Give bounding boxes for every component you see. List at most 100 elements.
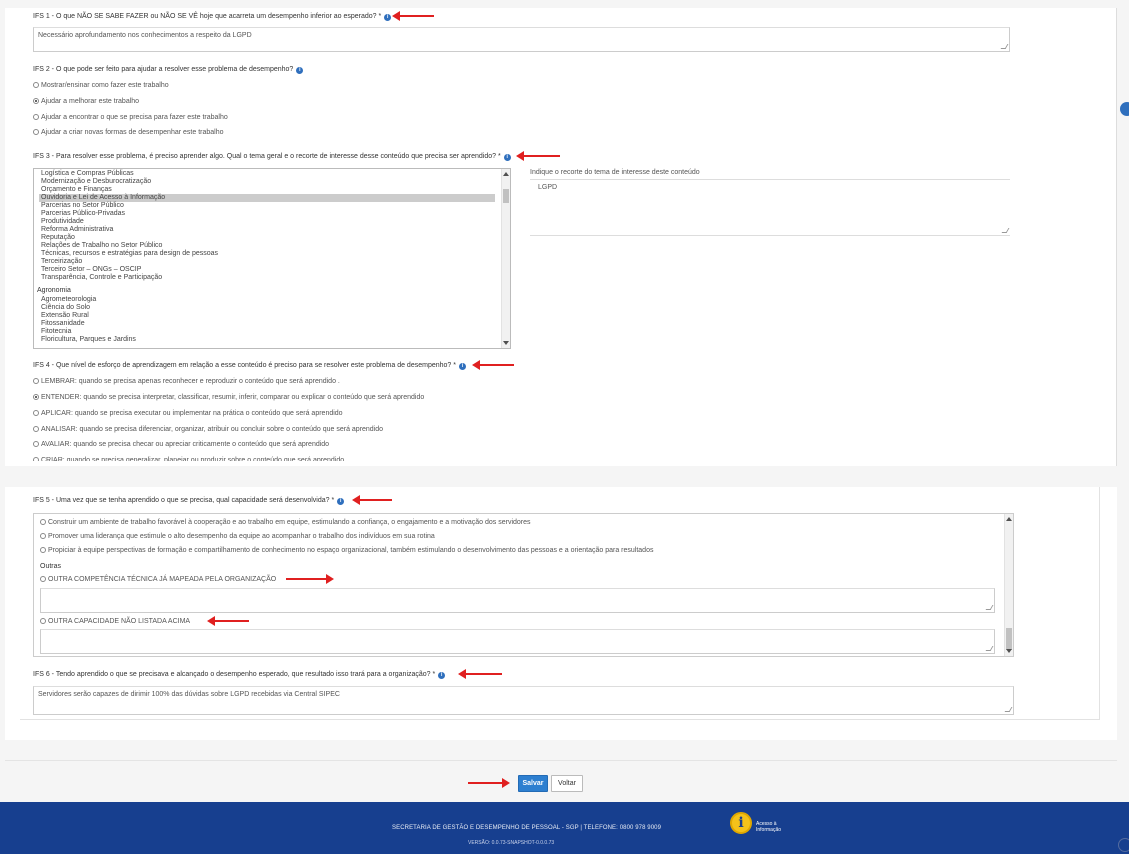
list-item[interactable]: Orçamento e Finanças [41,186,112,194]
ifs2-option-1[interactable]: Mostrar/ensinar como fazer este trabalho [33,81,169,90]
ifs2-option-3[interactable]: Ajudar a encontrar o que se precisa para… [33,113,228,122]
ifs5-option-3[interactable]: Propiciar à equipe perspectivas de forma… [40,546,653,555]
info-icon[interactable]: i [337,498,345,505]
corner-circle-icon[interactable] [1118,838,1129,852]
ifs4-option-avaliar[interactable]: AVALIAR: quando se precisa checar ou apr… [33,440,329,449]
radio-button[interactable] [33,129,39,135]
ifs5-other-capacity[interactable]: OUTRA CAPACIDADE NÃO LISTADA ACIMA [40,617,190,626]
ifs2-option-2[interactable]: Ajudar a melhorar este trabalho [33,97,139,106]
ifs5-scrollbar[interactable] [1004,514,1013,656]
radio-button[interactable] [40,533,46,539]
radio-button[interactable] [33,426,39,432]
radio-button[interactable] [33,114,39,120]
resize-handle-icon[interactable] [1000,44,1009,49]
info-icon[interactable]: i [384,14,392,21]
back-button[interactable]: Voltar [551,775,583,792]
info-icon[interactable]: i [296,67,304,74]
red-arrow-annotation [392,11,434,21]
list-item[interactable]: Transparência, Controle e Participação [41,274,162,282]
list-item[interactable]: Terceiro Setor – ONGs – OSCIP [41,266,141,274]
info-icon[interactable]: i [503,154,511,161]
red-arrow-annotation [286,574,334,584]
red-arrow-annotation [516,151,560,161]
red-arrow-annotation [458,669,502,679]
list-item[interactable]: Parcerias no Setor Público [41,202,124,210]
save-button[interactable]: Salvar [518,775,548,792]
radio-button-checked[interactable] [33,394,39,400]
ifs6-textarea[interactable]: Servidores serão capazes de dirimir 100%… [33,686,1014,715]
radio-button[interactable] [40,519,46,525]
list-item[interactable]: Ciência do Solo [41,304,90,312]
list-item[interactable]: Reputação [41,234,75,242]
ifs5-others-label: Outras [40,563,62,570]
scroll-up-icon[interactable] [1006,517,1012,521]
list-item[interactable]: Floricultura, Parques e Jardins [41,336,136,344]
resize-handle-icon[interactable] [1004,707,1013,712]
scrollbar-thumb[interactable] [1006,628,1012,650]
list-item[interactable]: Parcerias Público-Privadas [41,210,125,218]
ifs4-option-aplicar[interactable]: APLICAR: quando se precisa executar ou i… [33,409,343,418]
radio-button[interactable] [33,82,39,88]
resize-handle-icon[interactable] [985,605,994,610]
ifs3-question: IFS 3 - Para resolver esse problema, é p… [33,152,511,161]
ifs5-options-box[interactable]: Construir um ambiente de trabalho favorá… [33,513,1014,657]
info-icon[interactable]: i [458,363,466,370]
list-item[interactable]: Logística e Compras Públicas [41,170,134,178]
ifs1-question: IFS 1 - O que NÃO SE SABE FAZER ou NÃO S… [33,12,392,21]
list-item-selected[interactable]: Ouvidoria e Lei de Acesso à Informação [39,194,495,202]
radio-button[interactable] [40,618,46,624]
ifs5-option-2[interactable]: Promover uma liderança que estimule o al… [40,532,435,541]
ifs3-recorte-label: Indique o recorte do tema de interesse d… [530,169,700,176]
acesso-informacao-icon[interactable]: i [730,812,752,834]
listbox-scrollbar[interactable] [501,169,510,348]
red-arrow-annotation [207,616,249,626]
ifs5-question: IFS 5 - Uma vez que se tenha aprendido o… [33,496,345,505]
ifs1-textarea[interactable]: Necessário aprofundamento nos conhecimen… [33,27,1010,52]
list-item[interactable]: Modernização e Desburocratização [41,178,151,186]
ifs3-recorte-textarea[interactable]: LGPD [530,179,1010,236]
list-item[interactable]: Terceirização [41,258,82,266]
ifs5-other-capacity-textarea[interactable] [40,629,995,654]
radio-button[interactable] [33,378,39,384]
info-icon[interactable]: i [438,672,446,679]
list-item[interactable]: Relações de Trabalho no Setor Público [41,242,162,250]
ifs2-option-4[interactable]: Ajudar a criar novas formas de desempenh… [33,128,224,137]
list-group-label: Agronomia [37,287,71,294]
red-arrow-annotation [352,495,392,505]
ifs4-option-entender[interactable]: ENTENDER: quando se precisa interpretar,… [33,393,424,402]
list-item[interactable]: Fitossanidade [41,320,85,328]
ifs2-question: IFS 2 - O que pode ser feito para ajudar… [33,65,304,74]
ifs4-option-analisar[interactable]: ANALISAR: quando se precisa diferenciar,… [33,425,383,434]
list-item[interactable]: Agrometeorologia [41,296,96,304]
ifs5-other-competence-textarea[interactable] [40,588,995,613]
list-item[interactable]: Reforma Administrativa [41,226,113,234]
ifs5-option-1[interactable]: Construir um ambiente de trabalho favorá… [40,518,531,527]
list-item[interactable]: Técnicas, recursos e estratégias para de… [41,250,218,258]
radio-button[interactable] [33,441,39,447]
list-item[interactable]: Produtividade [41,218,84,226]
footer: SECRETARIA DE GESTÃO E DESEMPENHO DE PES… [0,802,1129,854]
resize-handle-icon[interactable] [985,646,994,651]
radio-button[interactable] [40,547,46,553]
scroll-down-icon[interactable] [1006,649,1012,653]
ifs6-question: IFS 6 - Tendo aprendido o que se precisa… [33,670,446,679]
scrollbar-thumb[interactable] [503,189,509,203]
divider [5,760,1117,761]
ifs3-topic-listbox[interactable]: Logística e Compras Públicas Modernizaçã… [33,168,511,349]
ifs4-question: IFS 4 - Que nível de esforço de aprendiz… [33,361,466,370]
radio-button-checked[interactable] [33,98,39,104]
red-arrow-annotation [472,360,514,370]
ifs5-other-competence[interactable]: OUTRA COMPETÊNCIA TÉCNICA JÁ MAPEADA PEL… [40,575,276,584]
list-item[interactable]: Fitotecnia [41,328,71,336]
scroll-down-icon[interactable] [503,341,509,345]
acesso-informacao-label[interactable]: Acesso à Informação [756,821,781,833]
side-help-icon[interactable] [1120,102,1129,116]
list-item[interactable]: Extensão Rural [41,312,89,320]
radio-button[interactable] [40,576,46,582]
resize-handle-icon[interactable] [1001,228,1010,233]
radio-button[interactable] [33,410,39,416]
ifs4-option-lembrar[interactable]: LEMBRAR: quando se precisa apenas reconh… [33,377,340,386]
footer-contact: SECRETARIA DE GESTÃO E DESEMPENHO DE PES… [392,825,662,831]
footer-version: VERSÃO: 0.0.73-SNAPSHOT-0.0.0.73 [468,840,555,846]
scroll-up-icon[interactable] [503,172,509,176]
